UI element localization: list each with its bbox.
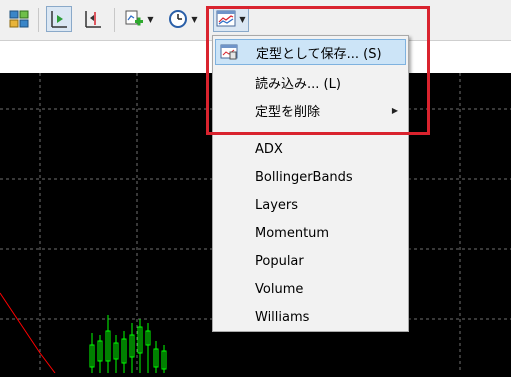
candlesticks — [89, 315, 167, 373]
chevron-down-icon: ▼ — [191, 14, 198, 24]
menu-item-label: Volume — [255, 281, 304, 297]
menu-item-template-adx[interactable]: ADX — [215, 136, 406, 162]
add-indicator-button[interactable]: ▼ — [121, 6, 157, 32]
submenu-arrow-icon: ▶ — [391, 105, 398, 115]
toolbar-separator — [114, 8, 115, 32]
menu-item-label: Momentum — [255, 225, 330, 241]
menu-item-template-bollingerbands[interactable]: BollingerBands — [215, 164, 406, 190]
chart-shift-icon — [51, 11, 67, 28]
menu-item-load-template[interactable]: 読み込み... (L) — [215, 69, 406, 95]
menu-item-template-williams[interactable]: Williams — [215, 304, 406, 330]
menu-item-label: Layers — [255, 197, 299, 213]
menu-item-template-momentum[interactable]: Momentum — [215, 220, 406, 246]
menu-item-save-template[interactable]: 定型として保存... (S) — [215, 39, 406, 65]
save-template-icon — [220, 43, 238, 65]
menu-item-delete-template[interactable]: 定型を削除 ▶ — [215, 97, 406, 123]
menu-item-template-layers[interactable]: Layers — [215, 192, 406, 218]
auto-scroll-icon — [85, 11, 101, 28]
chevron-down-icon: ▼ — [239, 14, 246, 24]
trend-line — [0, 292, 56, 374]
menu-item-label: BollingerBands — [255, 169, 353, 185]
auto-scroll-button[interactable] — [80, 6, 106, 32]
menu-item-label: 読み込み... (L) — [255, 76, 341, 92]
templates-button[interactable]: ▼ — [213, 6, 249, 32]
templates-menu: 定型として保存... (S) 読み込み... (L) 定型を削除 ▶ ADX B… — [212, 35, 409, 332]
menu-item-label: Williams — [255, 309, 310, 325]
clock-icon — [169, 10, 188, 28]
chart-shift-button[interactable] — [46, 6, 72, 32]
periods-button[interactable]: ▼ — [165, 6, 201, 32]
chevron-down-icon: ▼ — [147, 14, 154, 24]
menu-item-template-volume[interactable]: Volume — [215, 276, 406, 302]
menu-item-template-popular[interactable]: Popular — [215, 248, 406, 274]
menu-item-label: Popular — [255, 253, 304, 269]
templates-icon — [216, 10, 236, 27]
menu-item-label: 定型として保存... (S) — [256, 46, 382, 62]
add-indicator-icon — [125, 10, 144, 26]
toolbar-separator — [38, 8, 39, 32]
tile-windows-icon — [9, 10, 29, 28]
tile-windows-button[interactable] — [6, 6, 32, 32]
menu-item-label: 定型を削除 — [255, 104, 321, 120]
menu-item-label: ADX — [255, 141, 283, 157]
